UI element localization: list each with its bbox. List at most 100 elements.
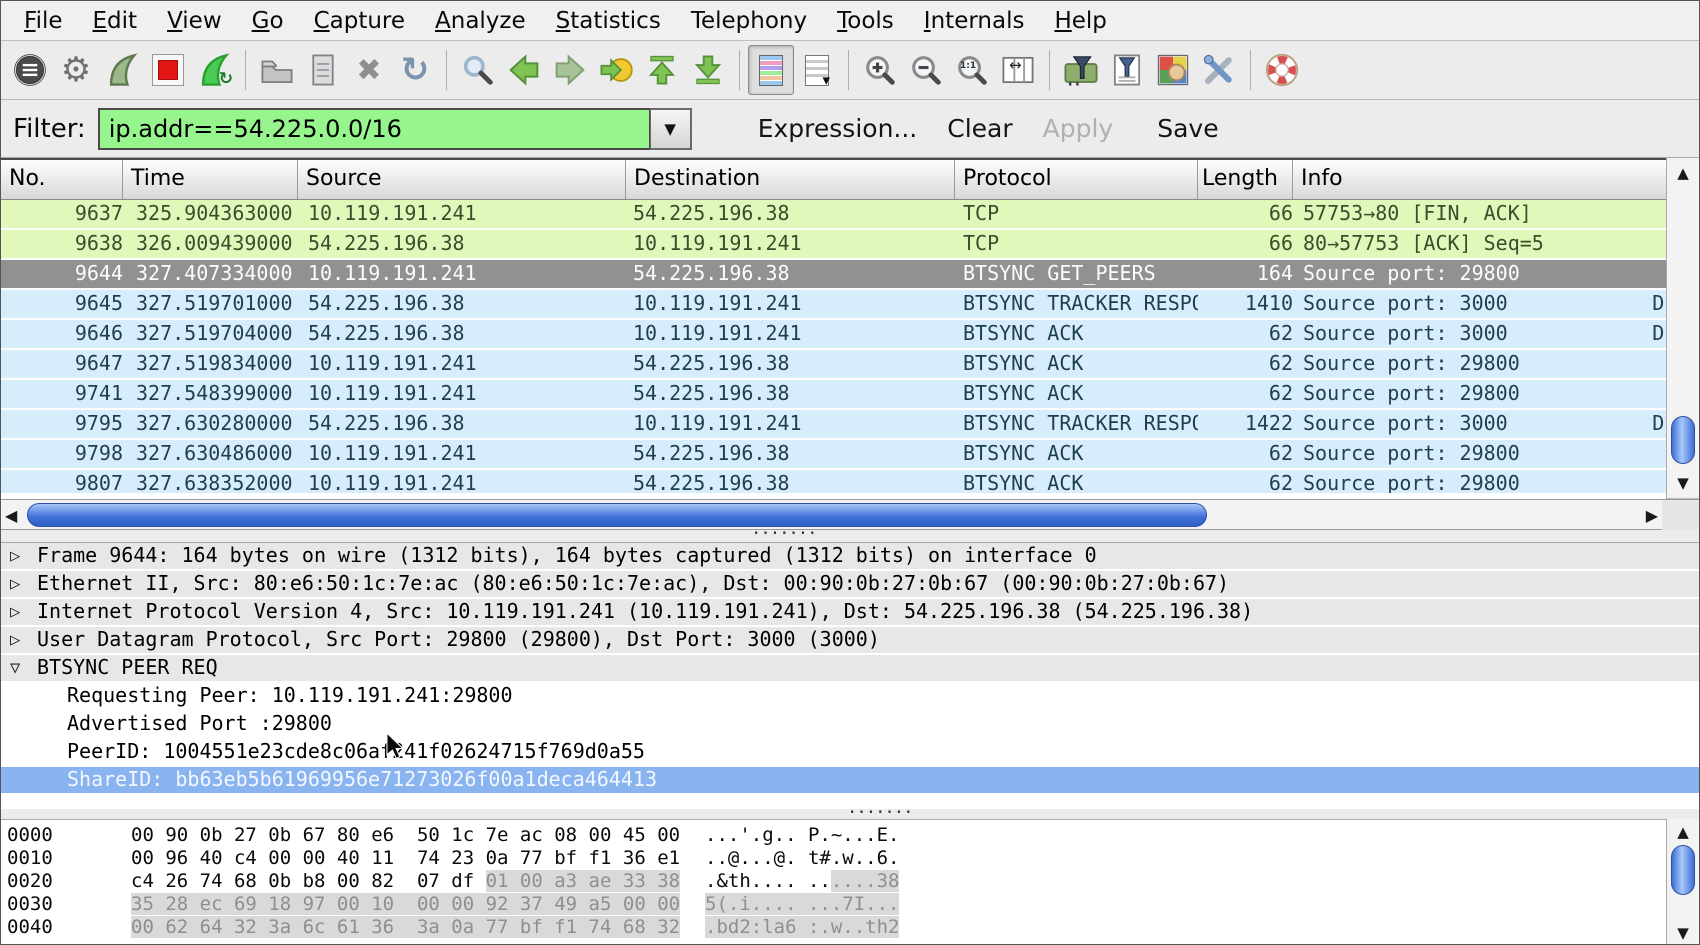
expander-expanded-icon[interactable]: ▽: [10, 656, 20, 681]
expander-collapsed-icon[interactable]: ▷: [10, 544, 20, 569]
restart-fin-icon: ↻: [198, 53, 230, 87]
detail-row-requesting-peer[interactable]: Requesting Peer: 10.119.191.241:29800: [1, 683, 1700, 711]
display-filter-button[interactable]: [1104, 45, 1150, 95]
packet-row-9741[interactable]: 9741327.54839900010.119.191.24154.225.19…: [1, 380, 1700, 410]
column-header-length[interactable]: Length: [1198, 160, 1293, 199]
menu-capture[interactable]: Capture: [299, 4, 420, 38]
menu-help[interactable]: Help: [1039, 4, 1121, 38]
stop-capture-button[interactable]: [145, 45, 191, 95]
toolbar-separator: [245, 50, 246, 90]
scroll-up-icon[interactable]: ▲: [1667, 823, 1699, 841]
menu-file[interactable]: File: [9, 4, 78, 38]
capture-filter-button[interactable]: [1058, 45, 1104, 95]
save-button[interactable]: Save: [1157, 114, 1218, 143]
scroll-down-icon[interactable]: ▼: [1667, 474, 1699, 492]
open-file-button[interactable]: [254, 45, 300, 95]
packet-row-9638[interactable]: 9638326.00943900054.225.196.3810.119.191…: [1, 230, 1700, 260]
clear-button[interactable]: Clear: [947, 114, 1012, 143]
capture-filter-icon: [1063, 54, 1099, 86]
colorize-button[interactable]: [748, 45, 794, 95]
packet-row-9795[interactable]: 9795327.63028000054.225.196.3810.119.191…: [1, 410, 1700, 440]
hscroll-thumb[interactable]: [27, 503, 1207, 527]
packet-list-vscrollbar[interactable]: ▲ ▼: [1666, 158, 1699, 499]
scroll-up-icon[interactable]: ▲: [1667, 164, 1699, 182]
hex-row-0030[interactable]: 003035 28 ec 69 18 97 00 10 00 00 92 37 …: [1, 893, 1668, 916]
vscroll-thumb[interactable]: [1671, 845, 1695, 895]
detail-row-advertised-port[interactable]: Advertised Port :29800: [1, 711, 1700, 739]
capture-options-button[interactable]: ⚙: [53, 45, 99, 95]
packet-row-9645[interactable]: 9645327.51970100054.225.196.3810.119.191…: [1, 290, 1700, 320]
detail-row-ethernet[interactable]: ▷Ethernet II, Src: 80:e6:50:1c:7e:ac (80…: [1, 571, 1700, 599]
expression-button[interactable]: Expression...: [758, 114, 918, 143]
menu-telephony[interactable]: Telephony: [676, 4, 822, 38]
find-packet-button[interactable]: [455, 45, 501, 95]
packet-row-9637[interactable]: 9637325.90436300010.119.191.24154.225.19…: [1, 200, 1700, 230]
go-forward-button[interactable]: [547, 45, 593, 95]
save-file-button[interactable]: [300, 45, 346, 95]
menu-view[interactable]: View: [152, 4, 237, 38]
arrow-right-icon: [554, 54, 586, 86]
column-header-source[interactable]: Source: [298, 160, 626, 199]
vscroll-thumb[interactable]: [1671, 416, 1695, 464]
column-header-destination[interactable]: Destination: [626, 160, 955, 199]
zoom-100-button[interactable]: 1:1: [949, 45, 995, 95]
detail-row-frame[interactable]: ▷Frame 9644: 164 bytes on wire (1312 bit…: [1, 543, 1700, 571]
zoom-in-button[interactable]: [857, 45, 903, 95]
zoom-100-icon: 1:1: [956, 54, 988, 86]
detail-row-btsync[interactable]: ▽BTSYNC PEER REQ: [1, 655, 1700, 683]
hex-row-0040[interactable]: 004000 62 64 32 3a 6c 61 36 3a 0a 77 bf …: [1, 916, 1668, 939]
apply-button[interactable]: Apply: [1043, 114, 1114, 143]
goto-first-button[interactable]: [639, 45, 685, 95]
filter-input[interactable]: [98, 108, 650, 150]
scroll-down-icon[interactable]: ▼: [1667, 924, 1699, 942]
coloring-rules-button[interactable]: [1150, 45, 1196, 95]
detail-row-shareid-selected[interactable]: ShareID: bb63eb5b61969956e71273026f00a1d…: [1, 767, 1700, 795]
zoom-out-button[interactable]: [903, 45, 949, 95]
packet-list-hscrollbar[interactable]: ◀ ▶: [1, 499, 1664, 530]
scroll-left-icon[interactable]: ◀: [5, 506, 17, 525]
packet-row-9647[interactable]: 9647327.51983400010.119.191.24154.225.19…: [1, 350, 1700, 380]
detail-row-ip[interactable]: ▷Internet Protocol Version 4, Src: 10.11…: [1, 599, 1700, 627]
reload-button[interactable]: ↻: [392, 45, 438, 95]
menu-tools[interactable]: Tools: [822, 4, 909, 38]
close-file-button[interactable]: ✖: [346, 45, 392, 95]
life-ring-icon: [1265, 53, 1299, 87]
filter-dropdown-button[interactable]: ▼: [650, 108, 692, 150]
column-header-no[interactable]: No.: [1, 160, 123, 199]
restart-capture-button[interactable]: ↻: [191, 45, 237, 95]
column-header-info[interactable]: Info: [1293, 160, 1700, 199]
hex-vscrollbar[interactable]: ▲ ▼: [1666, 819, 1699, 945]
menu-analyze[interactable]: Analyze: [420, 4, 541, 38]
menu-statistics[interactable]: Statistics: [541, 4, 676, 38]
packet-row-9807[interactable]: 9807327.63835200010.119.191.24154.225.19…: [1, 470, 1700, 493]
resize-columns-button[interactable]: ↔: [995, 45, 1041, 95]
help-button[interactable]: [1259, 45, 1305, 95]
preferences-button[interactable]: [1196, 45, 1242, 95]
filter-label: Filter:: [13, 114, 86, 144]
detail-row-udp[interactable]: ▷User Datagram Protocol, Src Port: 29800…: [1, 627, 1700, 655]
scroll-right-icon[interactable]: ▶: [1646, 506, 1658, 525]
expander-collapsed-icon[interactable]: ▷: [10, 572, 20, 597]
expander-collapsed-icon[interactable]: ▷: [10, 600, 20, 625]
packet-row-9644-selected[interactable]: 9644327.40733400010.119.191.24154.225.19…: [1, 260, 1700, 290]
column-header-time[interactable]: Time: [123, 160, 298, 199]
menu-go[interactable]: Go: [237, 4, 299, 38]
goto-packet-button[interactable]: [593, 45, 639, 95]
expander-collapsed-icon[interactable]: ▷: [10, 628, 20, 653]
packet-row-9646[interactable]: 9646327.51970400054.225.196.3810.119.191…: [1, 320, 1700, 350]
goto-last-button[interactable]: [685, 45, 731, 95]
start-capture-button[interactable]: [99, 45, 145, 95]
hex-row-0000[interactable]: 000000 90 0b 27 0b 67 80 e6 50 1c 7e ac …: [1, 824, 1668, 847]
menu-internals[interactable]: Internals: [909, 4, 1040, 38]
column-header-protocol[interactable]: Protocol: [955, 160, 1198, 199]
hex-row-0010[interactable]: 001000 96 40 c4 00 00 40 11 74 23 0a 77 …: [1, 847, 1668, 870]
filter-bar: Filter: ▼ Expression... Clear Apply Save: [1, 100, 1699, 158]
packet-row-9798[interactable]: 9798327.63048600010.119.191.24154.225.19…: [1, 440, 1700, 470]
interfaces-button[interactable]: [7, 45, 53, 95]
auto-scroll-button[interactable]: ▾: [794, 45, 840, 95]
pane-splitter-top[interactable]: ·······: [1, 530, 1700, 542]
menu-edit[interactable]: Edit: [78, 4, 153, 38]
go-back-button[interactable]: [501, 45, 547, 95]
hex-row-0020[interactable]: 0020c4 26 74 68 0b b8 00 82 07 df 01 00 …: [1, 870, 1668, 893]
detail-row-peerid[interactable]: PeerID: 1004551e23cde8c06af241f02624715f…: [1, 739, 1700, 767]
